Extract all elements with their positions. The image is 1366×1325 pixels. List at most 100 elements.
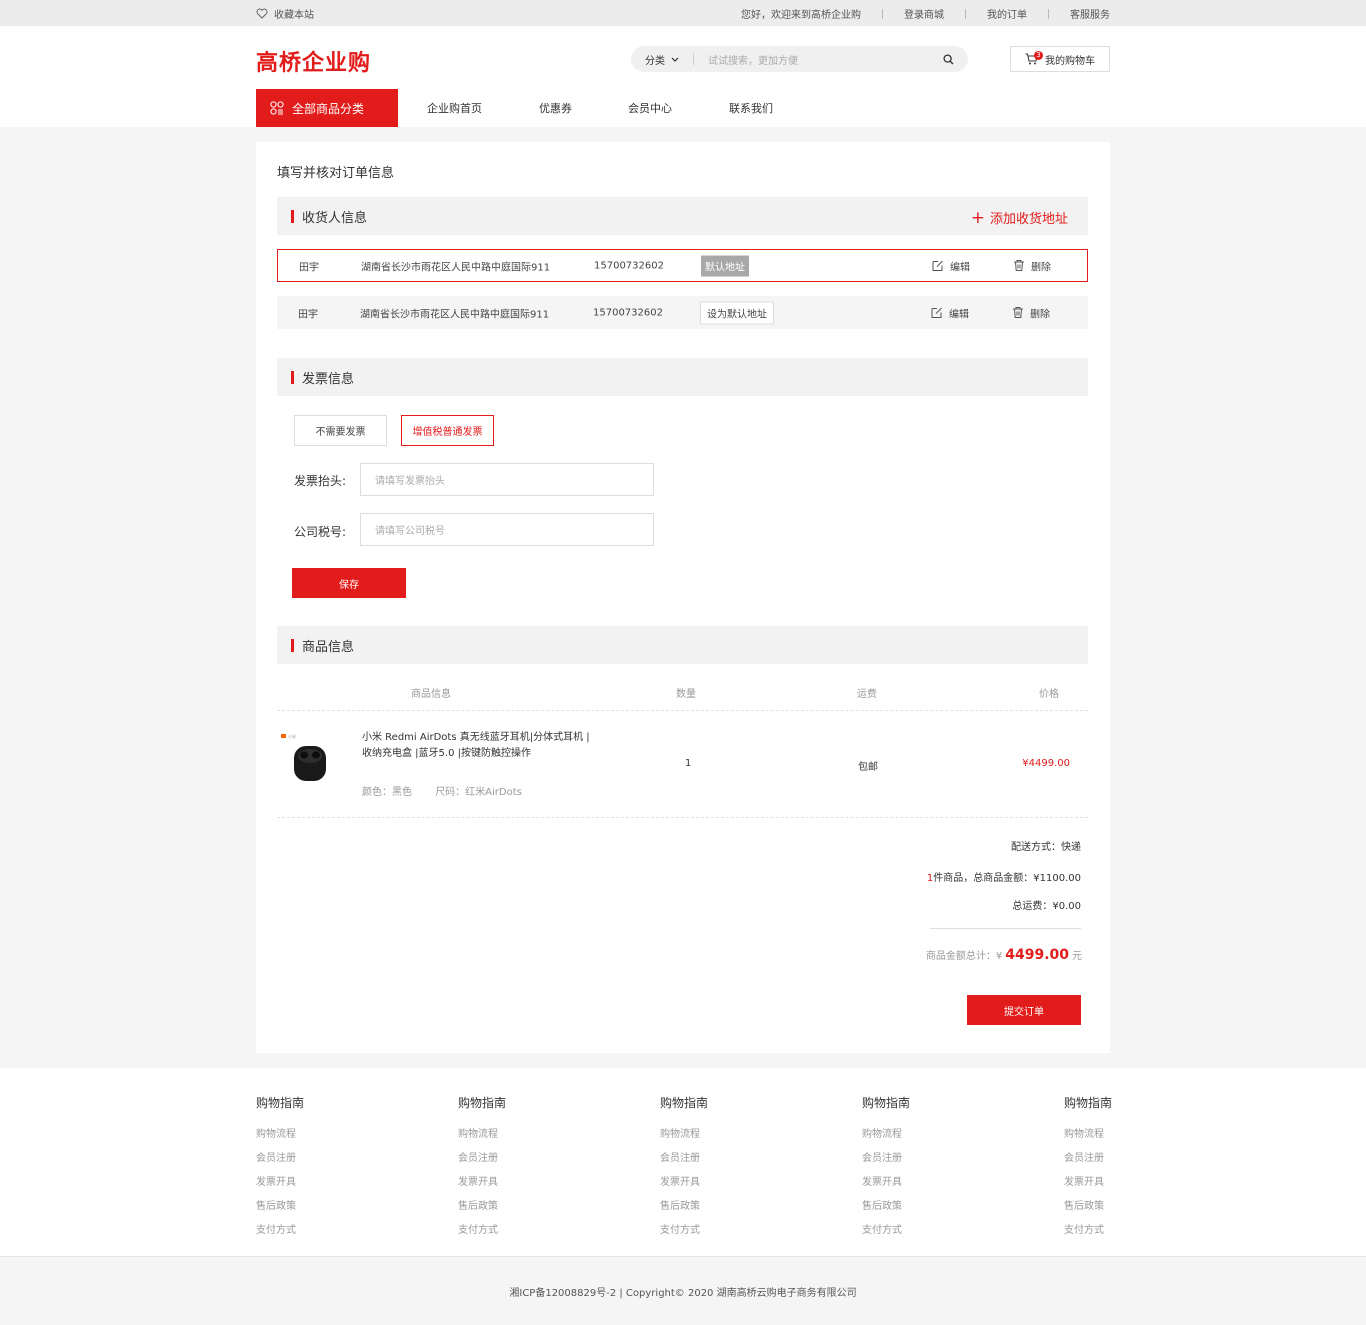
footer-link[interactable]: 购物流程	[256, 1125, 304, 1140]
footer-link[interactable]: 会员注册	[256, 1149, 304, 1164]
edit-icon	[931, 307, 942, 318]
footer-link[interactable]: 售后政策	[458, 1197, 506, 1212]
footer-link[interactable]: 售后政策	[862, 1197, 910, 1212]
section-title: 商品信息	[302, 639, 355, 655]
order-total-unit: 元	[1072, 951, 1082, 962]
section-marker	[291, 638, 294, 652]
footer-link[interactable]: 购物流程	[1064, 1125, 1112, 1140]
page-title: 填写并核对订单信息	[277, 166, 395, 181]
product-name[interactable]: 小米 Redmi AirDots 真无线蓝牙耳机|分体式耳机 | 收纳充电盒 |…	[362, 730, 602, 762]
footer-column: 购物指南 购物流程 会员注册 发票开具 售后政策 支付方式	[862, 1094, 910, 1245]
edit-address-button[interactable]: 编辑	[931, 305, 969, 320]
search-button[interactable]	[928, 53, 968, 65]
plus-icon: +	[970, 207, 985, 228]
footer-column-title: 购物指南	[660, 1096, 709, 1110]
footer-link[interactable]: 会员注册	[862, 1149, 910, 1164]
favorite-link[interactable]: 收藏本站	[256, 6, 314, 21]
address-row[interactable]: 田宇 湖南省长沙市雨花区人民中路中庭国际911 15700732602 设为默认…	[277, 296, 1088, 329]
delete-address-button[interactable]: 删除	[1013, 258, 1051, 273]
set-default-button[interactable]: 设为默认地址	[700, 301, 774, 324]
search-category-select[interactable]: 分类	[631, 52, 691, 67]
footer-link[interactable]: 购物流程	[458, 1125, 506, 1140]
footer-column: 购物指南 购物流程 会员注册 发票开具 售后政策 支付方式	[1064, 1094, 1112, 1245]
search-category-label: 分类	[645, 55, 665, 67]
product-color: 颜色：黑色	[362, 787, 412, 798]
footer-link[interactable]: 发票开具	[256, 1173, 304, 1188]
footer-link[interactable]: 售后政策	[660, 1197, 708, 1212]
logo[interactable]: 高桥企业购	[256, 45, 371, 77]
footer-link[interactable]: 会员注册	[660, 1149, 708, 1164]
my-orders-link[interactable]: 我的订单	[987, 6, 1027, 21]
divider	[882, 8, 883, 19]
divider	[277, 710, 1088, 711]
login-link[interactable]: 登录商城	[904, 6, 944, 21]
delete-address-button[interactable]: 删除	[1012, 305, 1050, 320]
product-image[interactable]: 小米	[280, 732, 328, 784]
add-address-button[interactable]: + 添加收货地址	[971, 208, 1068, 227]
edit-label: 编辑	[950, 262, 970, 273]
divider	[1048, 8, 1049, 19]
nav-item-contact[interactable]: 联系我们	[729, 100, 773, 116]
trash-icon	[1013, 307, 1023, 318]
receiver-address: 湖南省长沙市雨花区人民中路中庭国际911	[361, 262, 551, 273]
address-row[interactable]: 田宇 湖南省长沙市雨花区人民中路中庭国际911 15700732602 默认地址…	[277, 249, 1088, 282]
header: 高桥企业购 分类 试试搜索，更加方便 3 我的购物车 全部商品分类 企业购首页 …	[0, 26, 1366, 127]
product-section-header: 商品信息	[277, 626, 1088, 664]
nav-item-coupons[interactable]: 优惠券	[539, 100, 572, 116]
footer-link[interactable]: 会员注册	[458, 1149, 506, 1164]
edit-address-button[interactable]: 编辑	[932, 258, 970, 273]
delete-label: 删除	[1031, 262, 1051, 273]
divider	[930, 928, 1081, 929]
nav-item-member[interactable]: 会员中心	[628, 100, 672, 116]
section-title: 收货人信息	[302, 210, 368, 226]
cart-count-badge: 3	[1034, 50, 1043, 60]
save-invoice-button[interactable]: 保存	[292, 568, 406, 598]
add-address-label: 添加收货地址	[989, 212, 1068, 227]
invoice-title-label: 发票抬头:	[294, 474, 347, 488]
nav-item-home[interactable]: 企业购首页	[427, 100, 482, 116]
main-nav: 全部商品分类 企业购首页 优惠券 会员中心 联系我们	[256, 89, 773, 127]
invoice-title-input[interactable]: 请填写发票抬头	[360, 463, 654, 496]
column-header: 数量	[676, 689, 696, 700]
receiver-section-header: 收货人信息 + 添加收货地址	[277, 197, 1088, 235]
freight-total: 总运费：¥0.00	[1012, 901, 1081, 912]
column-header: 价格	[1039, 689, 1059, 700]
receiver-name: 田宇	[299, 262, 319, 273]
footer-link[interactable]: 购物流程	[862, 1125, 910, 1140]
service-link[interactable]: 客服服务	[1070, 6, 1110, 21]
no-invoice-option[interactable]: 不需要发票	[294, 415, 387, 446]
goods-total-text: 件商品，总商品金额：¥1100.00	[933, 873, 1081, 884]
column-header: 商品信息	[411, 689, 451, 700]
all-categories-label: 全部商品分类	[292, 101, 365, 116]
vat-invoice-option[interactable]: 增值税普通发票	[401, 415, 494, 446]
brand-tag: 小米	[288, 733, 296, 739]
submit-order-button[interactable]: 提交订单	[967, 995, 1081, 1025]
footer-link[interactable]: 售后政策	[1064, 1197, 1112, 1212]
footer-link[interactable]: 购物流程	[660, 1125, 708, 1140]
all-categories-button[interactable]: 全部商品分类	[256, 89, 398, 127]
heart-icon	[256, 8, 268, 19]
footer-link[interactable]: 发票开具	[862, 1173, 910, 1188]
edit-label: 编辑	[949, 309, 969, 320]
trash-icon	[1014, 260, 1024, 271]
footer-link[interactable]: 支付方式	[458, 1221, 506, 1236]
footer-link[interactable]: 支付方式	[256, 1221, 304, 1236]
footer-link[interactable]: 会员注册	[1064, 1149, 1112, 1164]
product-price: ¥4499.00	[1022, 758, 1070, 769]
footer: 购物指南 购物流程 会员注册 发票开具 售后政策 支付方式 购物指南 购物流程 …	[0, 1068, 1366, 1257]
footer-link[interactable]: 发票开具	[458, 1173, 506, 1188]
footer-link[interactable]: 发票开具	[660, 1173, 708, 1188]
footer-link[interactable]: 支付方式	[660, 1221, 708, 1236]
delete-label: 删除	[1030, 309, 1050, 320]
footer-column: 购物指南 购物流程 会员注册 发票开具 售后政策 支付方式	[660, 1094, 708, 1245]
welcome-text: 您好，欢迎来到高桥企业购	[741, 10, 861, 21]
divider	[277, 817, 1088, 818]
search-input[interactable]: 试试搜索，更加方便	[694, 52, 928, 67]
footer-link[interactable]: 售后政策	[256, 1197, 304, 1212]
tax-number-input[interactable]: 请填写公司税号	[360, 513, 654, 546]
footer-link[interactable]: 支付方式	[1064, 1221, 1112, 1236]
footer-link[interactable]: 发票开具	[1064, 1173, 1112, 1188]
cart-button[interactable]: 3 我的购物车	[1010, 46, 1110, 72]
receiver-phone: 15700732602	[594, 260, 664, 271]
footer-link[interactable]: 支付方式	[862, 1221, 910, 1236]
